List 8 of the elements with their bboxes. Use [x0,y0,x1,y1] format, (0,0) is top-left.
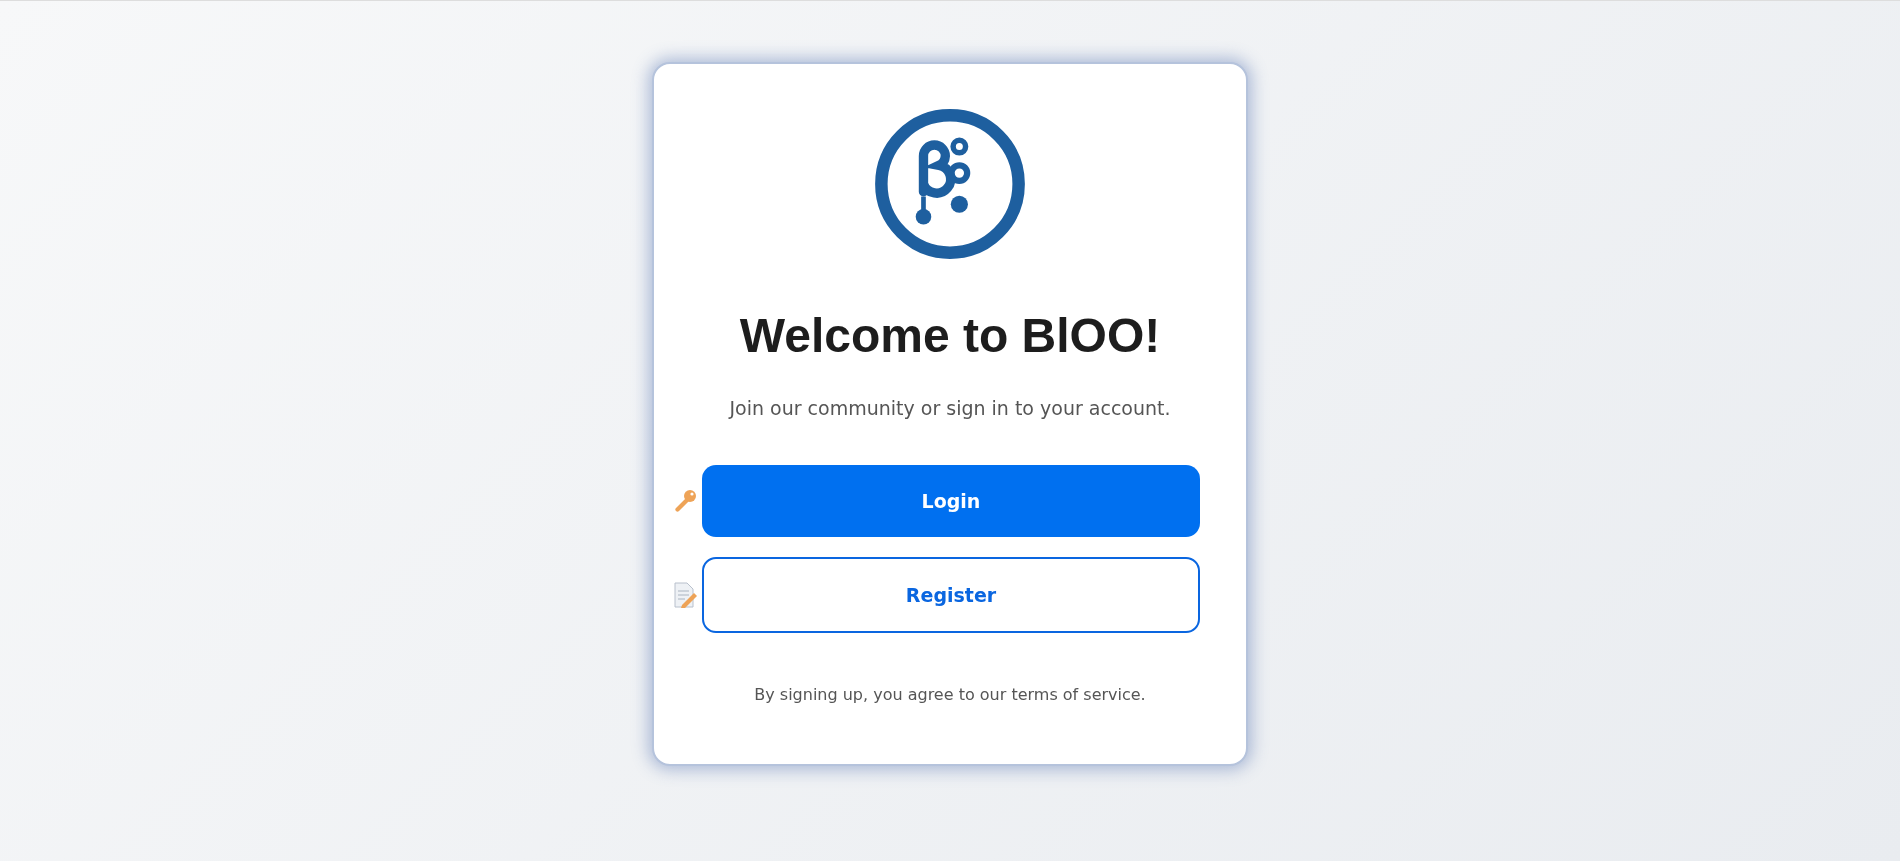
subtitle: Join our community or sign in to your account. [729,397,1171,419]
logo-icon [872,106,1028,262]
welcome-heading: Welcome to BlOO! [739,308,1161,363]
login-button[interactable]: Login [702,465,1200,537]
register-button[interactable]: Register [702,557,1200,633]
terms-note: By signing up, you agree to our terms of service. [754,685,1146,704]
key-icon [672,488,698,514]
document-icon [672,581,698,609]
